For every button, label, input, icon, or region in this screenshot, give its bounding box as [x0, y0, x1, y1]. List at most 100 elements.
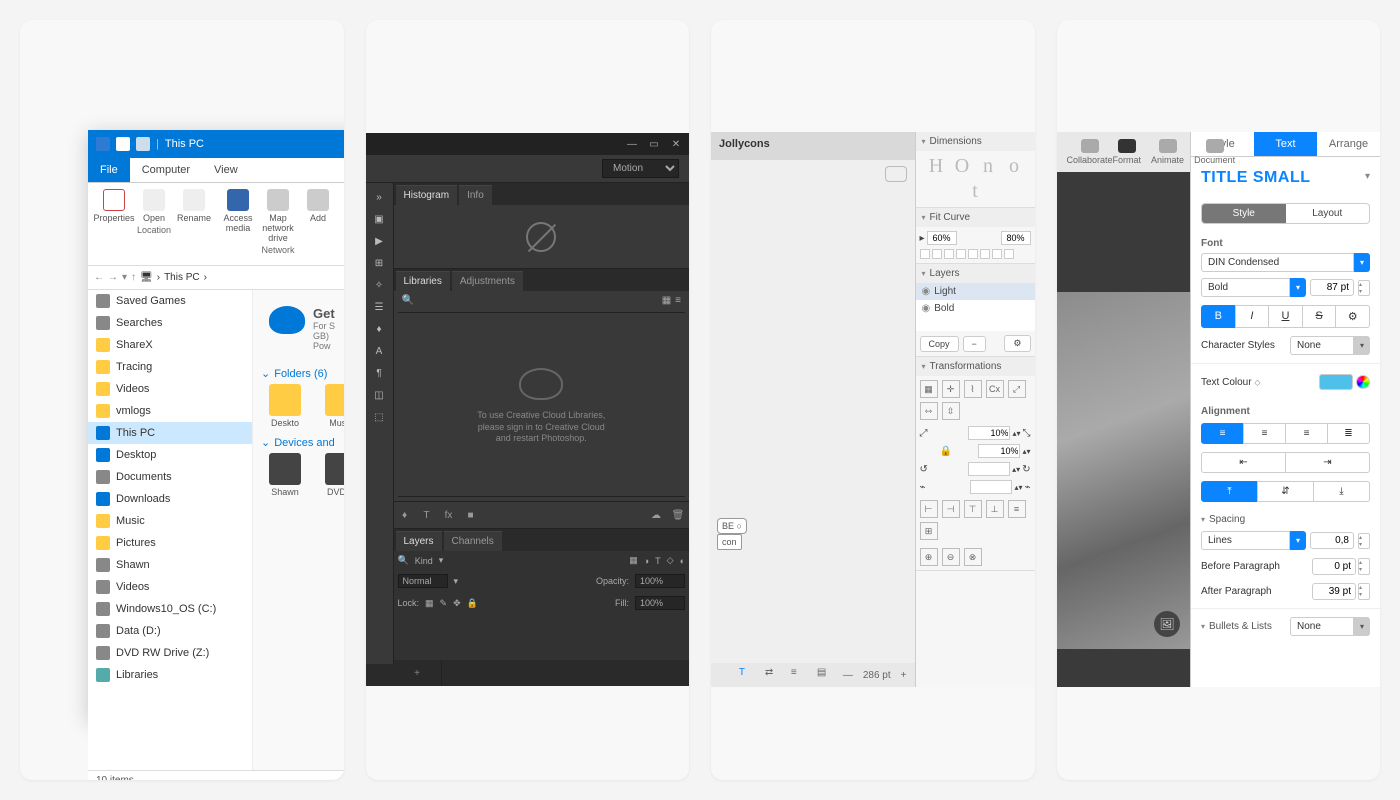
align-icon[interactable]: ⊢	[920, 500, 938, 518]
format-button[interactable]: Format	[1113, 139, 1142, 165]
tab-layers[interactable]: Layers	[396, 531, 442, 551]
dimension-glyph[interactable]: n	[976, 155, 1000, 178]
devices-header[interactable]: ⌄Devices and	[261, 436, 344, 449]
underline-button[interactable]: U	[1268, 305, 1303, 328]
tab-arrange[interactable]: Arrange	[1317, 132, 1380, 156]
sidebar-item[interactable]: Videos	[88, 576, 252, 598]
grid-icon[interactable]: ▦	[920, 380, 938, 398]
maximize-icon[interactable]: ▭	[647, 137, 661, 151]
chevron-down-icon[interactable]: ▾	[1354, 253, 1370, 272]
copy-button[interactable]: Copy	[920, 336, 959, 352]
tab-file[interactable]: File	[88, 158, 130, 182]
lock-icon[interactable]: ⤡	[1023, 428, 1031, 439]
dimension-glyph[interactable]: H	[924, 155, 948, 178]
folder-item[interactable]: Deskto	[261, 384, 309, 428]
lock-icon[interactable]: ✎	[440, 598, 448, 609]
after-input[interactable]	[1312, 583, 1356, 600]
target-icon[interactable]: ✛	[942, 380, 960, 398]
gear-icon[interactable]: ⚙︎	[1335, 305, 1370, 328]
dimension-glyph[interactable]: t	[963, 180, 987, 203]
canvas[interactable]: Jollycons BE ○ con T ⇄ ≡ ▤ — 286 pt +	[711, 132, 915, 687]
bullets-select[interactable]: None	[1290, 617, 1354, 636]
tool-icon[interactable]: ♦	[371, 321, 387, 337]
layer-row[interactable]: ◉Light	[916, 283, 1035, 300]
search-icon[interactable]: 🔍	[402, 295, 414, 306]
scale-y-input[interactable]	[978, 444, 1020, 458]
tab-libraries[interactable]: Libraries	[396, 271, 450, 291]
slant-icon[interactable]: ⌇	[964, 380, 982, 398]
cx-icon[interactable]: Cx	[986, 380, 1004, 398]
seg-style[interactable]: Style	[1202, 204, 1286, 223]
lock-icon[interactable]: ▦	[425, 598, 434, 609]
arrow-icon[interactable]: »	[371, 189, 387, 205]
scale-x-input[interactable]	[968, 426, 1010, 440]
char-styles-select[interactable]: None	[1290, 336, 1354, 355]
breadcrumb[interactable]: This PC	[164, 272, 200, 283]
sidebar-item[interactable]: Shawn	[88, 554, 252, 576]
btn-open[interactable]: Open	[134, 189, 174, 223]
sidebar-item[interactable]: Downloads	[88, 488, 252, 510]
nav-pane[interactable]: Saved GamesSearchesShareXTracingVideosvm…	[88, 290, 253, 770]
layer-row[interactable]: ◉Bold	[916, 300, 1035, 317]
icon[interactable]: ♦	[398, 508, 412, 522]
content-pane[interactable]: Get For S GB) Pow ⌄Folders (6) Deskto Mu…	[253, 290, 344, 770]
dimension-glyph[interactable]: o	[1002, 155, 1026, 178]
lock-icon[interactable]: ✥	[453, 598, 461, 609]
tool-icon[interactable]: ☰	[371, 299, 387, 315]
text-tool-icon[interactable]: T	[739, 667, 755, 683]
fit-end[interactable]	[1001, 231, 1031, 245]
font-weight-select[interactable]: Bold	[1201, 278, 1290, 297]
minimize-icon[interactable]: —	[625, 137, 639, 151]
workspace-select[interactable]: Motion	[602, 159, 679, 178]
sidebar-item[interactable]: Pictures	[88, 532, 252, 554]
slide-canvas[interactable]: Collaborate Format Animate Document 🖼	[1057, 132, 1191, 687]
lock-icon[interactable]: 🔒	[467, 598, 478, 609]
btn-properties[interactable]: Properties	[94, 189, 134, 223]
gear-icon[interactable]: ⚙	[1004, 335, 1030, 352]
sidebar-item[interactable]: Data (D:)	[88, 620, 252, 642]
sidebar-item[interactable]: Music	[88, 510, 252, 532]
features-icon[interactable]: ≡	[791, 667, 807, 683]
align-left[interactable]: ≡	[1201, 423, 1244, 444]
sidebar-item[interactable]: Windows10_OS (C:)	[88, 598, 252, 620]
wand-icon[interactable]: ✧	[371, 277, 387, 293]
sidebar-item[interactable]: This PC	[88, 422, 252, 444]
sidebar-item[interactable]: vmlogs	[88, 400, 252, 422]
lines-input[interactable]	[1310, 532, 1354, 549]
tab-channels[interactable]: Channels	[444, 531, 502, 551]
btn-access-media[interactable]: Access media	[218, 189, 258, 243]
annotation[interactable]: BE ○	[717, 518, 747, 534]
tab-info[interactable]: Info	[459, 185, 492, 205]
btn-rename[interactable]: Rename	[174, 189, 214, 223]
sidebar-item[interactable]: Tracing	[88, 356, 252, 378]
btn-add[interactable]: Add	[298, 189, 338, 243]
fill-input[interactable]: 100%	[635, 596, 685, 610]
folders-header[interactable]: ⌄Folders (6)	[261, 367, 344, 380]
valign-top[interactable]: ⤒	[1201, 481, 1258, 502]
sidebar-item[interactable]: Documents	[88, 466, 252, 488]
cube-icon[interactable]: ⬚	[371, 409, 387, 425]
fit-start[interactable]	[927, 231, 957, 245]
device-item[interactable]: Shawn	[261, 453, 309, 497]
rotate-cw-icon[interactable]: ↻	[1022, 464, 1030, 475]
flip-h-icon[interactable]: ⇿	[920, 402, 938, 420]
annotation[interactable]: con	[717, 534, 742, 550]
opacity-input[interactable]: 100%	[635, 574, 685, 588]
valign-bottom[interactable]: ⤓	[1313, 481, 1370, 502]
color-icon[interactable]: ■	[464, 508, 478, 522]
view-toggle[interactable]	[885, 166, 907, 182]
rotate-ccw-icon[interactable]: ↺	[920, 464, 928, 475]
tool-icon[interactable]: ⊞	[371, 255, 387, 271]
fx-icon[interactable]: fx	[442, 508, 456, 522]
animate-button[interactable]: Animate	[1151, 139, 1184, 165]
play-icon[interactable]: ▶	[371, 233, 387, 249]
sidebar-item[interactable]: Saved Games	[88, 290, 252, 312]
dimension-glyph[interactable]: O	[950, 155, 974, 178]
strike-button[interactable]: S	[1302, 305, 1337, 328]
nav-back[interactable]: ←	[94, 272, 104, 283]
trash-icon[interactable]: 🗑	[671, 508, 685, 522]
icon[interactable]: ⌁	[920, 482, 926, 493]
sidebar-item[interactable]: DVD RW Drive (Z:)	[88, 642, 252, 664]
list-view-icon[interactable]: ≡	[675, 295, 681, 306]
grid-view-icon[interactable]: ▦	[662, 295, 671, 306]
